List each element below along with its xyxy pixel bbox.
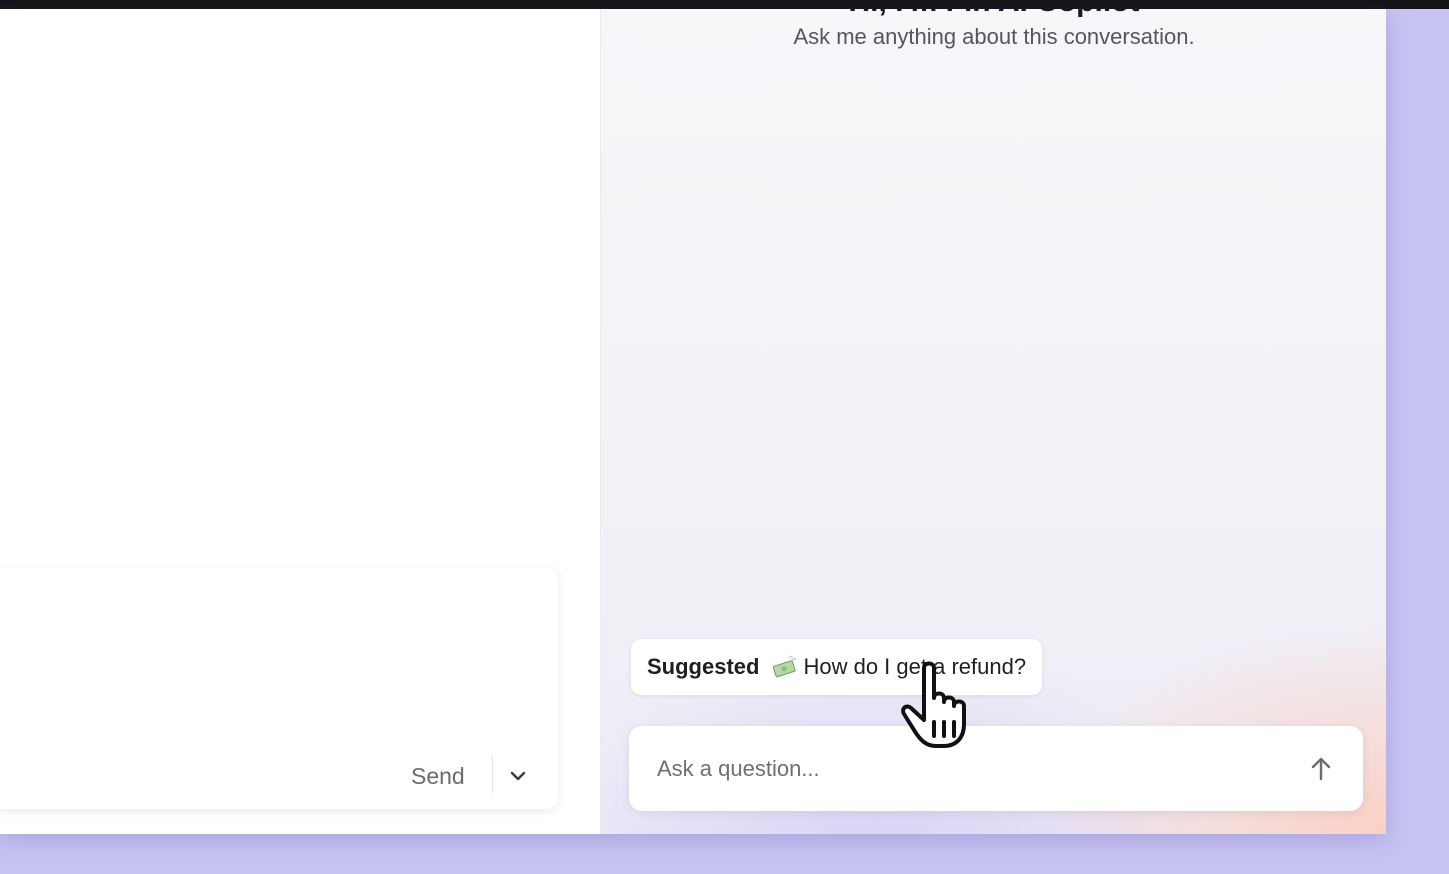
ask-question-box xyxy=(629,726,1363,811)
ask-question-input[interactable] xyxy=(655,746,1279,792)
app-window: Send Hi, I'm Fin AI Copilot Ask me anyth… xyxy=(0,9,1386,834)
reply-composer[interactable]: Send xyxy=(0,567,558,809)
conversation-pane: Send xyxy=(0,9,600,834)
send-button[interactable]: Send xyxy=(411,763,465,790)
top-bar xyxy=(0,0,1449,9)
send-divider xyxy=(492,757,493,793)
money-with-wings-icon xyxy=(771,655,799,679)
chevron-down-icon[interactable] xyxy=(507,765,529,787)
suggested-label: Suggested xyxy=(647,654,760,679)
copilot-panel: Hi, I'm Fin AI Copilot Ask me anything a… xyxy=(600,9,1386,834)
suggested-question-chip[interactable]: Suggested How do I get a refund? xyxy=(631,639,1043,695)
copilot-greeting: Hi, I'm Fin AI Copilot xyxy=(601,9,1386,19)
suggested-question-text: How do I get a refund? xyxy=(803,654,1027,679)
copilot-subtitle: Ask me anything about this conversation. xyxy=(793,24,1195,49)
arrow-up-icon[interactable] xyxy=(1305,753,1337,785)
